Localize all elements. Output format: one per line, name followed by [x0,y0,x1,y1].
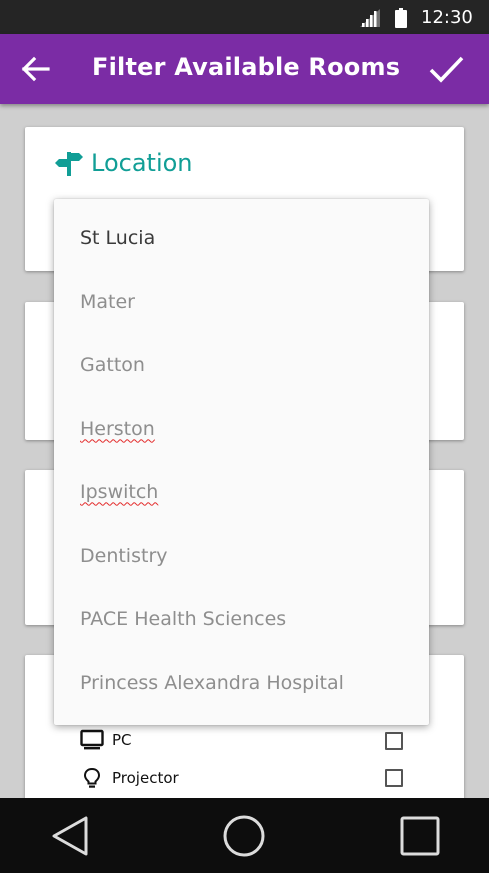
battery-icon [395,8,407,28]
equipment-label: PC [112,731,132,749]
status-time: 12:30 [421,7,473,28]
location-header: Location [55,149,193,177]
location-option[interactable]: St Lucia [54,206,429,269]
location-label: Location [91,149,193,177]
location-option[interactable]: Dentistry [54,524,429,587]
location-option[interactable]: Gatton [54,333,429,396]
location-option[interactable]: Ipswitch [54,460,429,523]
location-option[interactable]: Herston [54,397,429,460]
location-option[interactable]: Mater [54,270,429,333]
projector-checkbox[interactable] [385,769,403,787]
signpost-icon [55,152,83,176]
location-dropdown: St Lucia Mater Gatton Herston Ipswitch D… [54,199,429,725]
location-option[interactable]: PACE Health Sciences [54,587,429,650]
equipment-row-projector: Projector [80,766,410,790]
signal-icon [360,9,380,27]
back-triangle-icon[interactable] [46,812,94,860]
equipment-label: Projector [112,769,179,787]
status-bar: 12:30 [0,0,489,34]
monitor-icon [80,729,104,751]
app-bar: Filter Available Rooms [0,34,489,104]
location-option[interactable]: Princess Alexandra Hospital [54,651,429,714]
home-circle-icon[interactable] [220,812,268,860]
checkmark-icon[interactable] [426,52,466,86]
arrow-left-icon[interactable] [18,54,52,84]
lightbulb-icon [80,767,104,789]
page-title: Filter Available Rooms [92,53,401,81]
equipment-row-pc: PC [80,728,410,752]
navigation-bar [0,798,489,873]
pc-checkbox[interactable] [385,732,403,750]
recents-square-icon[interactable] [396,812,444,860]
